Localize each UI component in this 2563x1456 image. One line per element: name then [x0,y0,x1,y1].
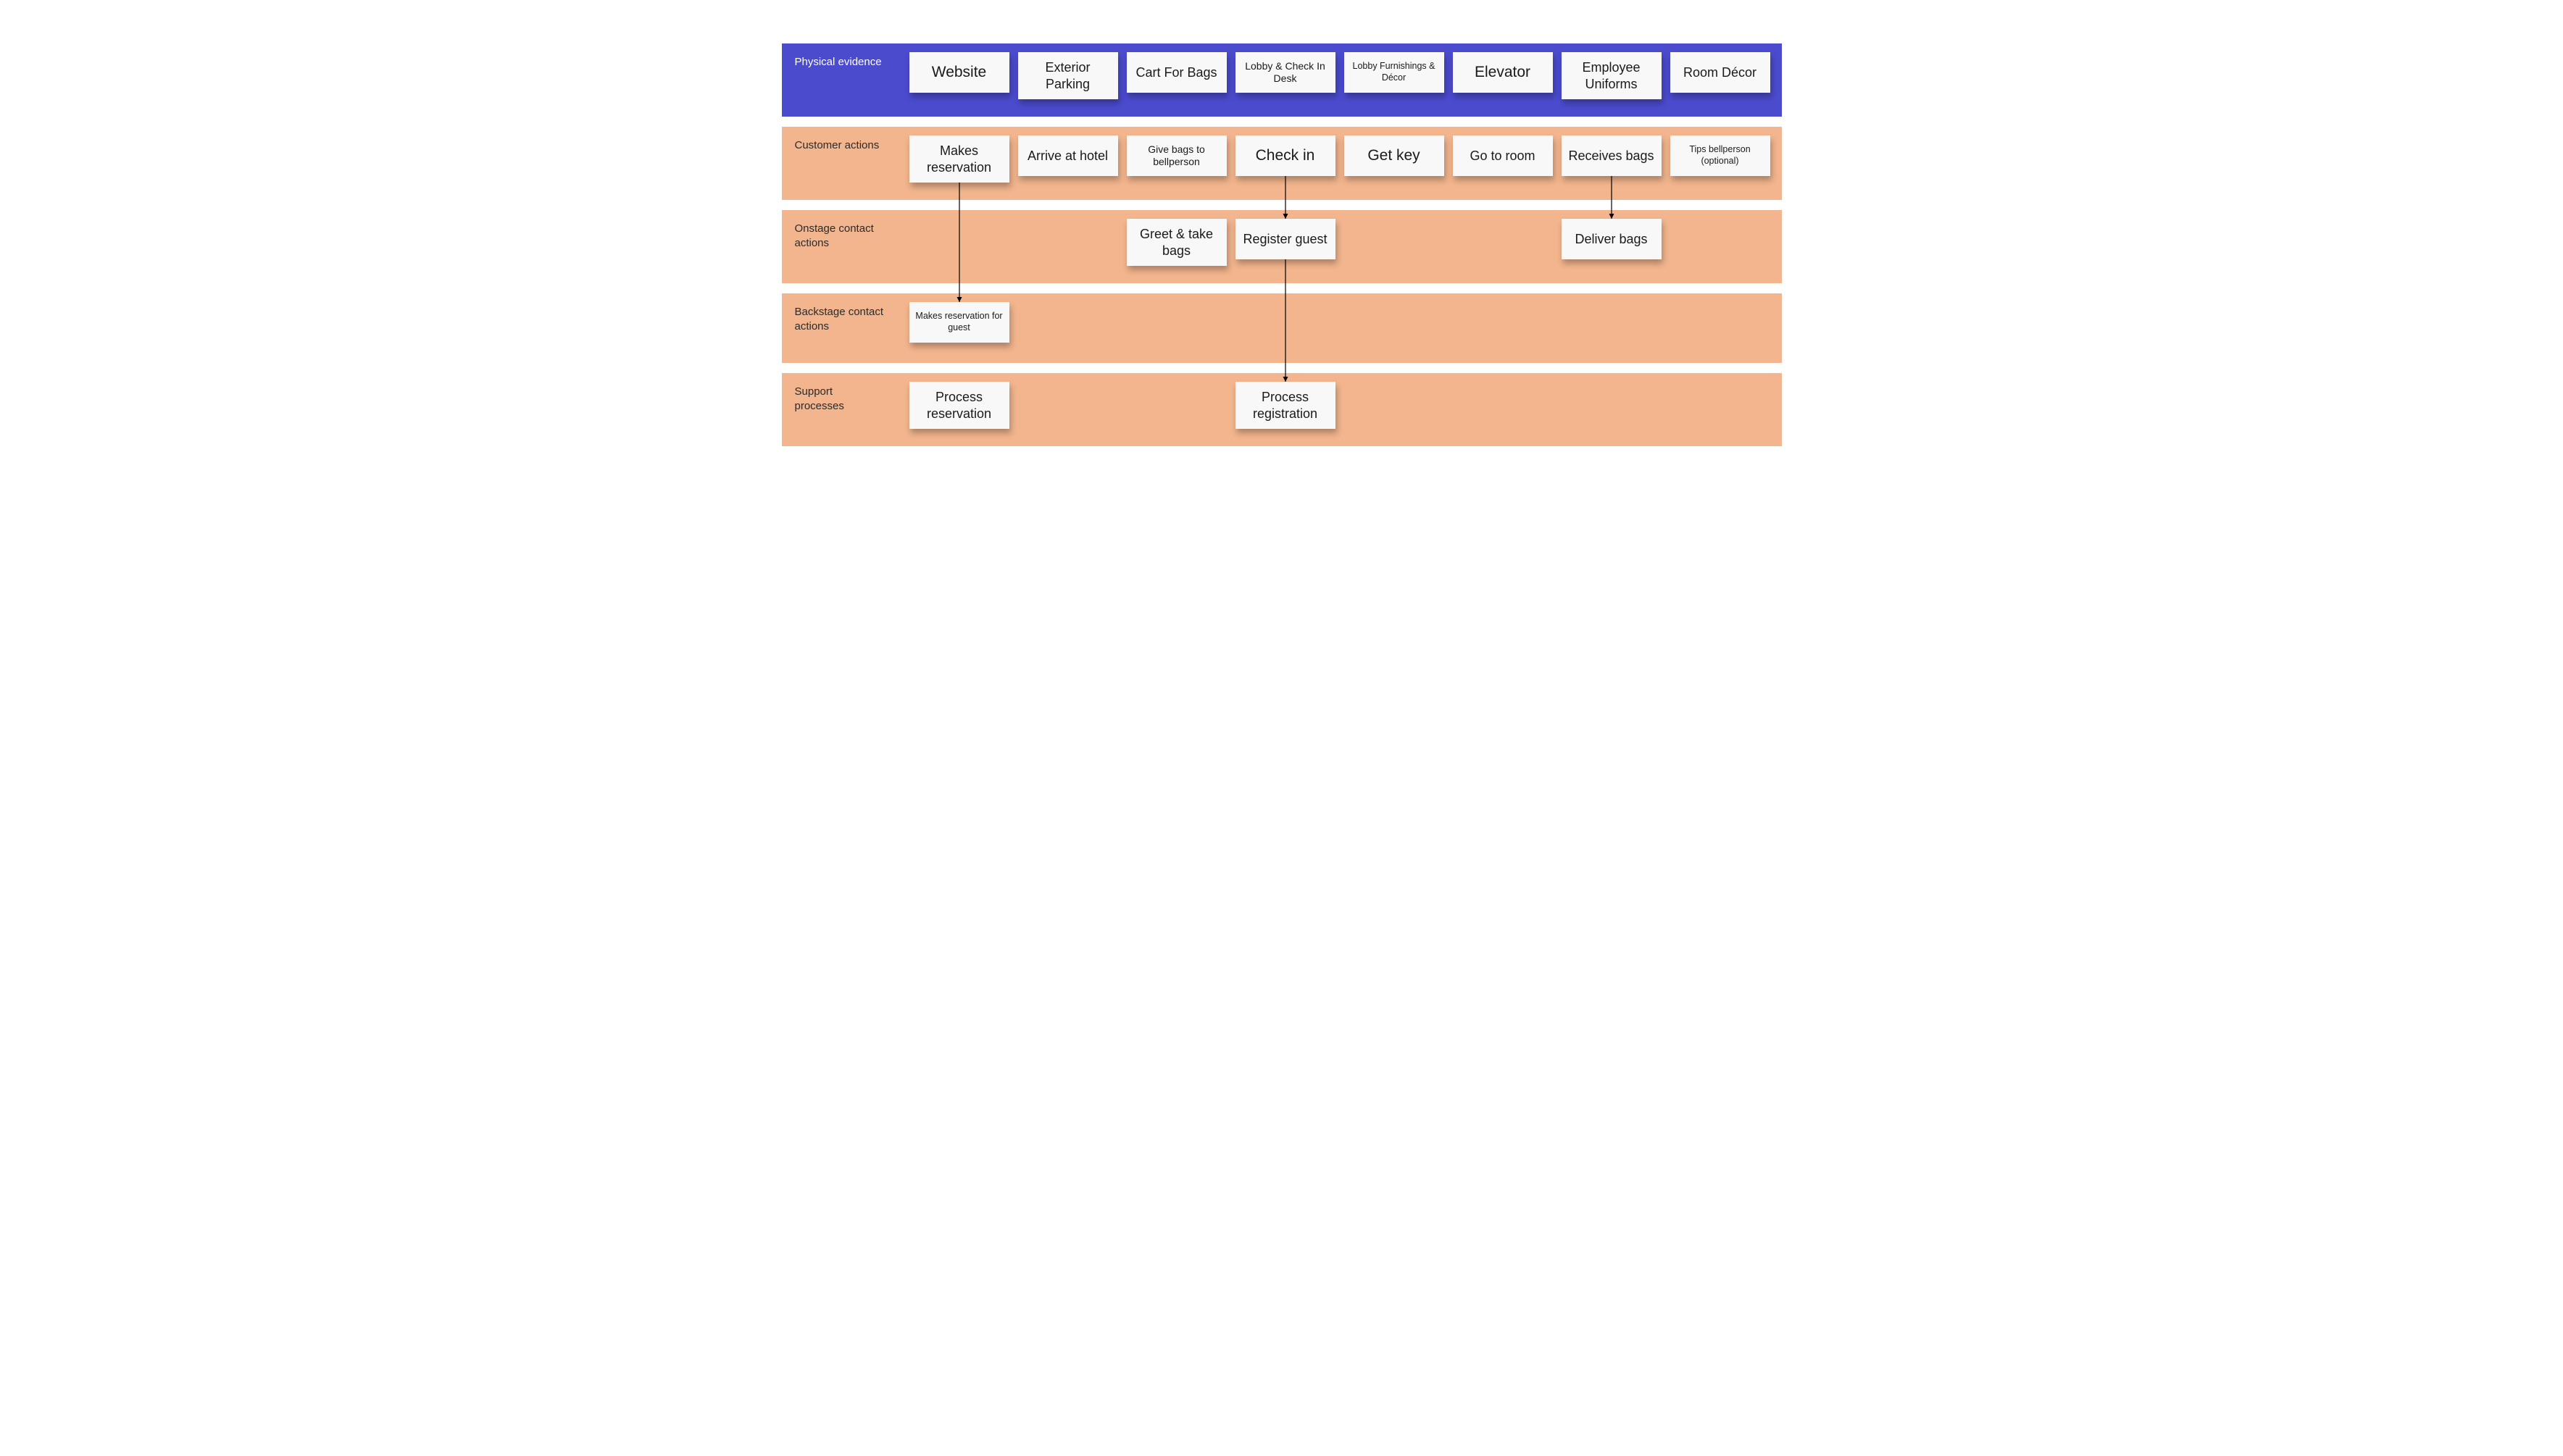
empty-cell [1127,382,1227,422]
content-support-processes: Process reservation Process registration [898,373,1782,446]
row-physical-evidence: Physical evidence Website Exterior Parki… [782,43,1782,117]
card-lobby-furnishings[interactable]: Lobby Furnishings & Décor [1344,52,1444,93]
row-onstage-contact: Onstage contact actions Greet & take bag… [782,210,1782,283]
card-exterior-parking[interactable]: Exterior Parking [1018,52,1118,99]
empty-cell [1127,302,1227,343]
empty-cell [1453,302,1553,343]
content-customer-actions: Makes reservation Arrive at hotel Give b… [898,127,1782,200]
empty-cell [1344,219,1444,259]
card-check-in[interactable]: Check in [1235,135,1335,176]
content-onstage-contact: Greet & take bags Register guest Deliver… [898,210,1782,283]
empty-cell [1018,219,1118,259]
content-physical-evidence: Website Exterior Parking Cart For Bags L… [898,43,1782,117]
row-backstage-contact: Backstage contact actions Makes reservat… [782,293,1782,363]
card-greet-take-bags[interactable]: Greet & take bags [1127,219,1227,266]
label-backstage-contact: Backstage contact actions [782,293,898,363]
content-backstage-contact: Makes reservation for guest [898,293,1782,363]
card-receives-bags[interactable]: Receives bags [1562,135,1662,176]
label-onstage-contact: Onstage contact actions [782,210,898,283]
empty-cell [1018,302,1118,343]
row-customer-actions: Customer actions Makes reservation Arriv… [782,127,1782,200]
card-register-guest[interactable]: Register guest [1235,219,1335,259]
card-deliver-bags[interactable]: Deliver bags [1562,219,1662,259]
card-tips-bellperson[interactable]: Tips bellperson (optional) [1670,135,1770,176]
empty-cell [1562,382,1662,422]
card-lobby-checkin[interactable]: Lobby & Check In Desk [1235,52,1335,93]
card-cart-for-bags[interactable]: Cart For Bags [1127,52,1227,93]
card-elevator[interactable]: Elevator [1453,52,1553,93]
card-process-registration[interactable]: Process registration [1235,382,1335,429]
empty-cell [1562,302,1662,343]
label-support-processes: Support processes [782,373,898,446]
empty-cell [1670,382,1770,422]
empty-cell [1670,219,1770,259]
empty-cell [1018,382,1118,422]
card-process-reservation[interactable]: Process reservation [909,382,1009,429]
card-website[interactable]: Website [909,52,1009,93]
empty-cell [1453,382,1553,422]
card-go-to-room[interactable]: Go to room [1453,135,1553,176]
label-customer-actions: Customer actions [782,127,898,200]
empty-cell [1344,382,1444,422]
card-employee-uniforms[interactable]: Employee Uniforms [1562,52,1662,99]
empty-cell [1235,302,1335,343]
card-arrive-hotel[interactable]: Arrive at hotel [1018,135,1118,176]
empty-cell [1453,219,1553,259]
card-give-bags[interactable]: Give bags to bellperson [1127,135,1227,176]
card-makes-reservation[interactable]: Makes reservation [909,135,1009,183]
card-makes-reservation-guest[interactable]: Makes reservation for guest [909,302,1009,343]
empty-cell [909,219,1009,259]
card-get-key[interactable]: Get key [1344,135,1444,176]
service-blueprint: Physical evidence Website Exterior Parki… [782,43,1782,446]
empty-cell [1344,302,1444,343]
card-room-decor[interactable]: Room Décor [1670,52,1770,93]
label-physical-evidence: Physical evidence [782,43,898,117]
row-support-processes: Support processes Process reservation Pr… [782,373,1782,446]
empty-cell [1670,302,1770,343]
